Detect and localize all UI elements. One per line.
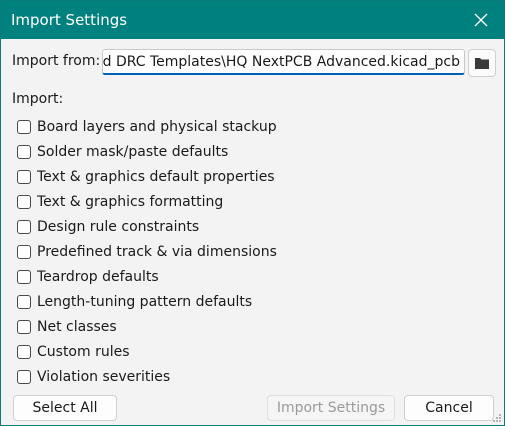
import-option-checkbox[interactable]: [17, 319, 31, 334]
import-option-label: Board layers and physical stackup: [37, 118, 277, 135]
import-option-label: Violation severities: [37, 368, 171, 385]
import-option-label: Text & graphics formatting: [37, 193, 224, 210]
import-options-list: Board layers and physical stackup Solder …: [17, 114, 277, 389]
resize-grip-icon[interactable]: [492, 413, 502, 423]
import-option-label: Net classes: [37, 318, 117, 335]
folder-icon: [475, 58, 489, 69]
import-path-value: ad DRC Templates\HQ NextPCB Advanced.kic…: [102, 54, 460, 70]
import-option-row[interactable]: Predefined track & via dimensions: [17, 239, 277, 264]
import-option-label: Text & graphics default properties: [37, 168, 275, 185]
import-option-checkbox[interactable]: [17, 219, 31, 234]
import-from-label: Import from:: [12, 53, 101, 69]
import-option-row[interactable]: Board layers and physical stackup: [17, 114, 277, 139]
select-all-button[interactable]: Select All: [13, 395, 117, 421]
import-option-checkbox[interactable]: [17, 194, 31, 209]
import-option-row[interactable]: Violation severities: [17, 364, 277, 389]
import-settings-button[interactable]: Import Settings: [267, 395, 395, 421]
import-option-label: Design rule constraints: [37, 218, 200, 235]
import-option-row[interactable]: Design rule constraints: [17, 214, 277, 239]
import-option-checkbox[interactable]: [17, 269, 31, 284]
cancel-button[interactable]: Cancel: [404, 395, 494, 421]
dialog-body: Import from: ad DRC Templates\HQ NextPCB…: [1, 39, 504, 425]
dialog-title: Import Settings: [11, 11, 128, 29]
import-option-checkbox[interactable]: [17, 244, 31, 259]
import-option-label: Custom rules: [37, 343, 130, 360]
import-path-input[interactable]: ad DRC Templates\HQ NextPCB Advanced.kic…: [102, 49, 465, 75]
import-option-label: Length-tuning pattern defaults: [37, 293, 253, 310]
import-option-row[interactable]: Text & graphics default properties: [17, 164, 277, 189]
import-option-checkbox[interactable]: [17, 144, 31, 159]
import-option-row[interactable]: Net classes: [17, 314, 277, 339]
import-settings-dialog: Import Settings Import from: ad DRC Temp…: [0, 0, 505, 426]
close-button[interactable]: [458, 1, 504, 39]
import-option-checkbox[interactable]: [17, 294, 31, 309]
import-option-row[interactable]: Teardrop defaults: [17, 264, 277, 289]
import-option-row[interactable]: Solder mask/paste defaults: [17, 139, 277, 164]
import-option-checkbox[interactable]: [17, 119, 31, 134]
close-icon: [474, 13, 488, 27]
import-option-row[interactable]: Text & graphics formatting: [17, 189, 277, 214]
import-option-row[interactable]: Custom rules: [17, 339, 277, 364]
import-option-label: Teardrop defaults: [37, 268, 159, 285]
import-option-checkbox[interactable]: [17, 369, 31, 384]
import-option-checkbox[interactable]: [17, 169, 31, 184]
browse-button[interactable]: [468, 49, 496, 77]
title-bar[interactable]: Import Settings: [1, 1, 504, 39]
import-option-checkbox[interactable]: [17, 344, 31, 359]
import-option-label: Solder mask/paste defaults: [37, 143, 229, 160]
import-option-label: Predefined track & via dimensions: [37, 243, 277, 260]
import-option-row[interactable]: Length-tuning pattern defaults: [17, 289, 277, 314]
import-section-label: Import:: [12, 91, 64, 107]
